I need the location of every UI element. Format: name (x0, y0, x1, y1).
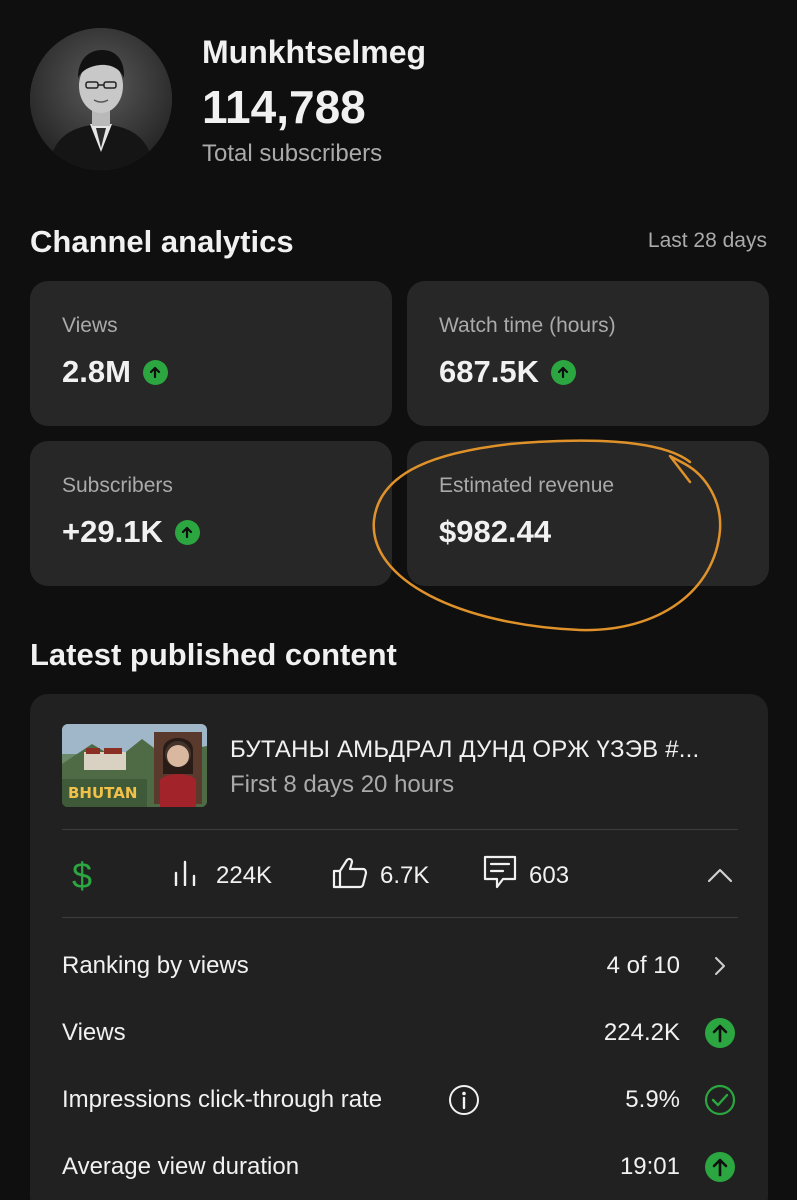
total-subscribers-count: 114,788 (202, 81, 366, 133)
check-circle-icon (704, 1084, 736, 1116)
dollar-icon: $ (72, 855, 93, 896)
channel-avatar[interactable] (30, 28, 172, 170)
metric-card-watch-time[interactable]: Watch time (hours) 687.5K (407, 281, 769, 426)
metric-label: Subscribers (62, 474, 173, 497)
arrow-up-icon (142, 359, 168, 385)
total-subscribers-label: Total subscribers (202, 140, 383, 167)
comment-icon (483, 855, 517, 898)
channel-analytics-title: Channel analytics (30, 224, 294, 259)
views-stat: 224K (172, 848, 272, 904)
arrow-up-icon (174, 519, 200, 545)
views-count: 224K (216, 862, 273, 889)
divider (62, 829, 738, 830)
row-label: Views (62, 1019, 126, 1046)
channel-name: Munkhtselmeg (202, 34, 427, 70)
latest-content-title: Latest published content (30, 637, 397, 672)
row-label: Impressions click-through rate (62, 1086, 383, 1113)
comments-count: 603 (529, 862, 570, 889)
row-value: 5.9% (625, 1086, 680, 1113)
likes-count: 6.7K (380, 862, 430, 889)
views-row: Views 224.2K (62, 1013, 738, 1053)
metric-label: Estimated revenue (439, 474, 615, 497)
thumbs-up-icon (332, 857, 368, 896)
avg-view-duration-row: Average view duration 19:01 (62, 1147, 738, 1187)
ctr-row: Impressions click-through rate 5.9% (62, 1080, 738, 1120)
metric-value: $982.44 (439, 514, 552, 549)
metric-value: 687.5K (439, 354, 539, 389)
row-value: 19:01 (619, 1153, 680, 1180)
comments-stat: 603 (483, 848, 569, 904)
likes-stat: 6.7K (332, 848, 429, 904)
row-label: Ranking by views (62, 952, 249, 979)
video-title[interactable]: БУТАНЫ АМЬДРАЛ ДУНД ОРЖ ҮЗЭВ #... (230, 736, 699, 764)
bar-chart-icon (172, 860, 204, 893)
chevron-right-icon (704, 950, 736, 982)
metric-label: Watch time (hours) (439, 314, 616, 337)
arrow-up-icon (550, 359, 576, 385)
metric-label: Views (62, 314, 118, 337)
ranking-row[interactable]: Ranking by views 4 of 10 (62, 946, 738, 986)
arrow-up-icon (704, 1151, 736, 1183)
row-value: 4 of 10 (606, 952, 680, 979)
row-label: Average view duration (62, 1153, 300, 1180)
info-icon[interactable] (448, 1084, 480, 1121)
video-stats-row: $ 224K 6.7K 603 (62, 848, 738, 904)
divider (62, 917, 738, 918)
arrow-up-icon (704, 1017, 736, 1049)
thumbnail-text: BHUTAN (68, 784, 137, 802)
video-thumbnail[interactable]: BHUTAN (62, 724, 207, 807)
period-selector[interactable]: Last 28 days (648, 229, 767, 253)
metric-value: +29.1K (62, 514, 163, 549)
collapse-button[interactable] (706, 848, 734, 904)
revenue-stat[interactable]: $ (72, 848, 92, 904)
metric-card-subscribers[interactable]: Subscribers +29.1K (30, 441, 392, 586)
metric-card-estimated-revenue[interactable]: Estimated revenue $982.44 (407, 441, 769, 586)
latest-content-card: BHUTAN БУТАНЫ АМЬДРАЛ ДУНД ОРЖ ҮЗЭВ #...… (30, 694, 768, 1200)
analytics-page: Munkhtselmeg 114,788 Total subscribers C… (0, 0, 797, 1200)
row-value: 224.2K (603, 1019, 680, 1046)
metric-card-views[interactable]: Views 2.8M (30, 281, 392, 426)
chevron-up-icon (706, 862, 734, 890)
metric-value: 2.8M (62, 354, 131, 389)
video-published-period: First 8 days 20 hours (230, 771, 455, 798)
